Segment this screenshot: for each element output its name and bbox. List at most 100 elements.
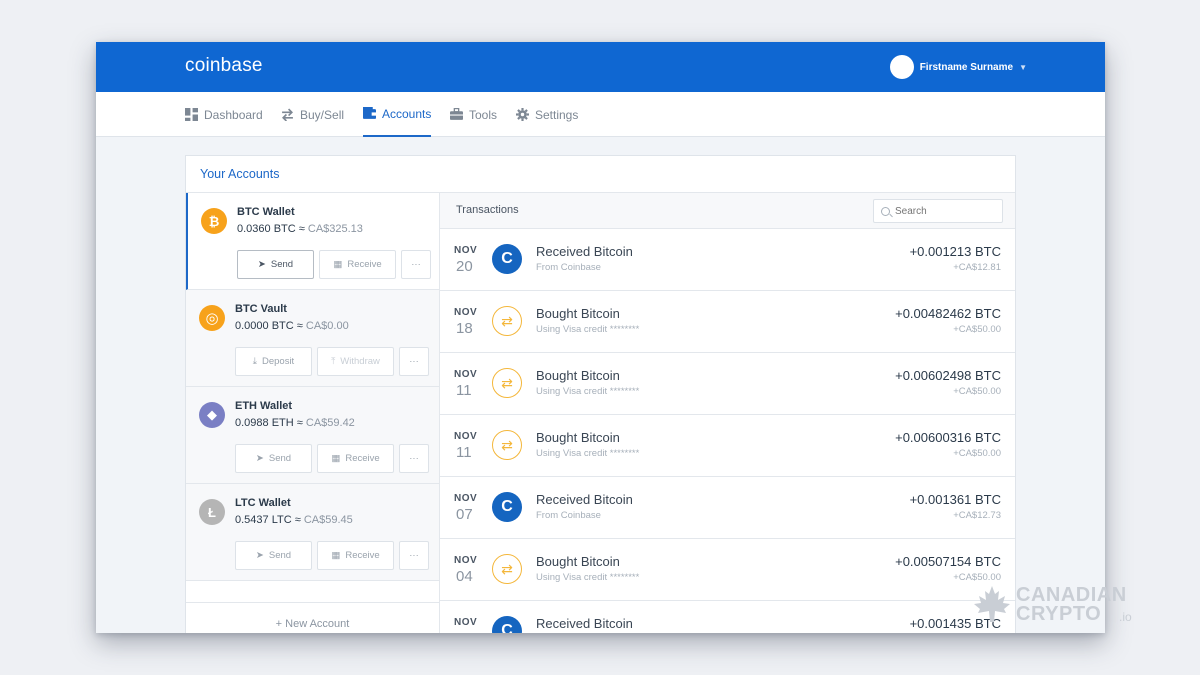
- tab-settings[interactable]: Settings: [516, 92, 578, 137]
- tx-title: Received Bitcoin: [536, 244, 633, 259]
- dashboard-icon: [185, 108, 198, 121]
- receive-button[interactable]: ▦ Receive: [317, 444, 394, 473]
- transaction-row[interactable]: NOV 07 C Received Bitcoin From Coinbase +0.00…: [440, 477, 1015, 539]
- send-button[interactable]: ➤ Send: [235, 444, 312, 473]
- account-balance: 0.0000 BTC ≈ CA$0.00: [235, 320, 349, 332]
- tab-accounts[interactable]: Accounts: [363, 92, 432, 137]
- transaction-row[interactable]: NOV 18 ⇄ Bought Bitcoin Using Visa credit **…: [440, 291, 1015, 353]
- receive-button[interactable]: ▦ Receive: [319, 250, 396, 279]
- search-icon: [881, 206, 890, 216]
- tx-fiat: +CA$50.00: [953, 324, 1001, 335]
- receive-button[interactable]: ▦ Receive: [317, 541, 394, 570]
- tab-tools[interactable]: Tools: [450, 92, 497, 137]
- send-button[interactable]: ➤ Send: [235, 541, 312, 570]
- transaction-row[interactable]: NOV 11 ⇄ Bought Bitcoin Using Visa credit **…: [440, 415, 1015, 477]
- qr-icon: ▦: [333, 259, 343, 270]
- account-balance: 0.0360 BTC ≈ CA$325.13: [237, 223, 363, 235]
- coinbase-icon: C: [492, 616, 522, 633]
- new-account-button[interactable]: + New Account: [186, 602, 439, 633]
- more-button[interactable]: ···: [399, 347, 429, 376]
- send-label: Send: [268, 453, 292, 464]
- approx-sign: ≈: [298, 223, 305, 235]
- watermark: CANADIAN CRYPTO .io: [972, 584, 1157, 626]
- maple-leaf-icon: [974, 586, 1010, 622]
- account-name: ETH Wallet: [235, 400, 293, 412]
- chevron-down-icon[interactable]: ▼: [1019, 63, 1027, 72]
- account-fiat: CA$59.45: [303, 514, 353, 526]
- accounts-card: Your Accounts ₿ BTC Wallet 0.0360 BTC ≈ …: [185, 155, 1016, 633]
- receive-label: Receive: [345, 453, 380, 464]
- tab-dashboard-label: Dashboard: [204, 107, 263, 122]
- more-button[interactable]: ···: [399, 541, 429, 570]
- transaction-row[interactable]: NOV C Received Bitcoin +0.001435 BTC: [440, 601, 1015, 633]
- tx-title: Bought Bitcoin: [536, 368, 620, 383]
- tx-amount: +0.00507154 BTC: [895, 554, 1001, 569]
- approx-sign: ≈: [294, 514, 301, 526]
- coinbase-logo[interactable]: coinbase: [185, 55, 263, 77]
- tx-title: Received Bitcoin: [536, 492, 633, 507]
- app-window: coinbase Firstname Surname ▼ Dashboard B…: [96, 42, 1105, 633]
- avatar[interactable]: [889, 55, 914, 79]
- account-eth-wallet[interactable]: ◆ ETH Wallet 0.0988 ETH ≈ CA$59.42 ➤ Sen…: [186, 387, 439, 484]
- account-ltc-wallet[interactable]: Ł LTC Wallet 0.5437 LTC ≈ CA$59.45 ➤ Sen…: [186, 484, 439, 581]
- tab-buy-sell-label: Buy/Sell: [300, 107, 345, 122]
- search-input[interactable]: [895, 205, 995, 217]
- tx-subtitle: Using Visa credit ********: [536, 572, 640, 583]
- tx-title: Bought Bitcoin: [536, 430, 620, 445]
- account-balance: 0.5437 LTC ≈ CA$59.45: [235, 514, 353, 526]
- withdraw-button[interactable]: ⤒ Withdraw: [317, 347, 394, 376]
- receive-label: Receive: [345, 550, 380, 561]
- user-name[interactable]: Firstname Surname: [920, 62, 1013, 73]
- tx-day: 20: [456, 258, 473, 275]
- transaction-row[interactable]: NOV 11 ⇄ Bought Bitcoin Using Visa credit **…: [440, 353, 1015, 415]
- transactions-list: NOV 20 C Received Bitcoin From Coinbase +0.00…: [440, 229, 1015, 633]
- upload-icon: ⤒: [331, 356, 336, 367]
- tx-fiat: +CA$50.00: [953, 448, 1001, 459]
- wallet-icon: [363, 107, 376, 119]
- transactions-header: Transactions: [440, 193, 1015, 229]
- account-btc-wallet[interactable]: ₿ BTC Wallet 0.0360 BTC ≈ CA$325.13 ➤ Se…: [186, 193, 439, 290]
- deposit-label: Deposit: [261, 356, 295, 367]
- swap-icon: [282, 108, 293, 121]
- tx-subtitle: From Coinbase: [536, 262, 601, 273]
- account-balance: 0.0988 ETH ≈ CA$59.42: [235, 417, 355, 429]
- tx-fiat: +CA$12.73: [953, 510, 1001, 521]
- tab-settings-label: Settings: [535, 107, 579, 122]
- account-fiat: CA$0.00: [305, 320, 349, 332]
- tx-amount: +0.001213 BTC: [909, 244, 1001, 259]
- user-menu[interactable]: Firstname Surname ▼: [889, 55, 1027, 79]
- tx-subtitle: Using Visa credit ********: [536, 448, 640, 459]
- watermark-suffix: .io: [1119, 610, 1132, 624]
- approx-sign: ≈: [296, 320, 303, 332]
- transaction-row[interactable]: NOV 04 ⇄ Bought Bitcoin Using Visa credit **…: [440, 539, 1015, 601]
- qr-icon: ▦: [331, 453, 341, 464]
- account-amount: 0.0988 ETH: [235, 417, 294, 429]
- search-box[interactable]: [873, 199, 1003, 223]
- tab-dashboard[interactable]: Dashboard: [185, 92, 263, 137]
- account-name: BTC Wallet: [237, 206, 295, 218]
- tx-month: NOV: [454, 307, 478, 318]
- send-button[interactable]: ➤ Send: [237, 250, 314, 279]
- bitcoin-icon: ₿: [201, 208, 227, 234]
- tx-title: Bought Bitcoin: [536, 306, 620, 321]
- exchange-icon: ⇄: [492, 554, 522, 584]
- tx-title: Bought Bitcoin: [536, 554, 620, 569]
- tx-day: 04: [456, 568, 473, 585]
- account-amount: 0.0360 BTC: [237, 223, 296, 235]
- exchange-icon: ⇄: [492, 368, 522, 398]
- tab-accounts-label: Accounts: [382, 106, 432, 121]
- ethereum-icon: ◆: [199, 402, 225, 428]
- deposit-button[interactable]: ⤓ Deposit: [235, 347, 312, 376]
- account-fiat: CA$59.42: [305, 417, 355, 429]
- tx-subtitle: From Coinbase: [536, 510, 601, 521]
- withdraw-label: Withdraw: [340, 356, 380, 367]
- transactions-title: Transactions: [456, 204, 519, 216]
- account-btc-vault[interactable]: ◎ BTC Vault 0.0000 BTC ≈ CA$0.00 ⤓ Depos…: [186, 290, 439, 387]
- more-button[interactable]: ···: [401, 250, 431, 279]
- transactions-panel: Transactions NOV 20 C Received Bitcoin From …: [440, 193, 1015, 633]
- gear-icon: [516, 108, 529, 121]
- tab-buy-sell[interactable]: Buy/Sell: [281, 92, 344, 137]
- transaction-row[interactable]: NOV 20 C Received Bitcoin From Coinbase +0.00…: [440, 229, 1015, 291]
- coinbase-icon: C: [492, 492, 522, 522]
- more-button[interactable]: ···: [399, 444, 429, 473]
